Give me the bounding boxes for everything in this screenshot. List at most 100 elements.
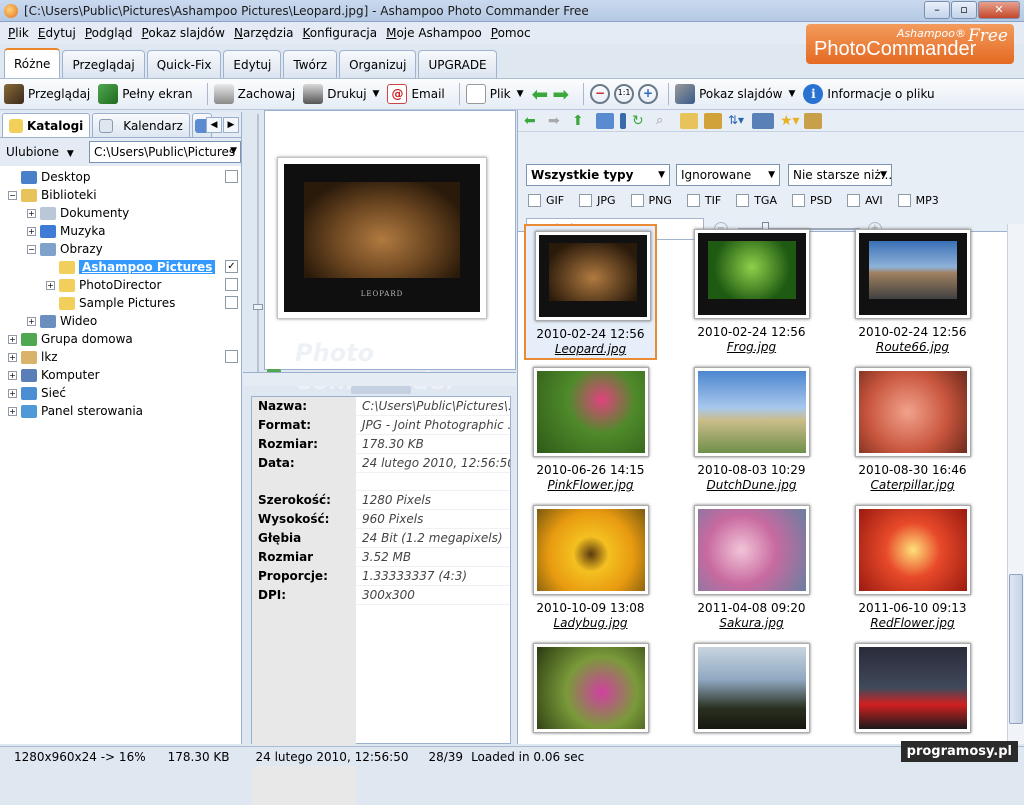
tab-scroll-right-icon[interactable]: ▶ (223, 117, 239, 133)
format-checkbox-png[interactable]: PNG (630, 194, 672, 207)
tree-item[interactable]: + Muzyka (0, 222, 241, 240)
menu-konfiguracja[interactable]: Konfiguracja (303, 26, 378, 40)
thumbnail-item[interactable] (685, 638, 818, 744)
back-arrow-icon[interactable]: ⬅ (532, 82, 549, 106)
tab-scroll-left-icon[interactable]: ◀ (206, 117, 222, 133)
chevron-down-icon[interactable]: ▼ (230, 146, 237, 156)
tree-item[interactable]: + Panel sterowania (0, 402, 241, 420)
menu-pomoc[interactable]: Pomoc (491, 26, 531, 40)
forward-icon[interactable]: ➡ (548, 113, 566, 129)
tree-item-checkbox[interactable] (225, 278, 238, 291)
tree-item[interactable]: − Biblioteki (0, 186, 241, 204)
tree-item[interactable]: + Komputer (0, 366, 241, 384)
tree-item-checkbox[interactable]: ✓ (225, 260, 238, 273)
copy-icon[interactable] (680, 112, 698, 129)
tree-item[interactable]: Desktop (0, 168, 241, 186)
thumbnail-filename[interactable]: Route66.jpg (846, 340, 979, 354)
preview-zoom-slider[interactable] (253, 114, 263, 374)
thumbnail-filename[interactable]: RedFlower.jpg (846, 616, 979, 630)
tree-expander-icon[interactable]: − (27, 244, 36, 254)
slideshow-dropdown-icon[interactable]: ▼ (788, 89, 795, 99)
tree-item-checkbox[interactable] (225, 170, 238, 183)
tree-expander-icon[interactable]: + (27, 226, 36, 236)
tree-item[interactable]: Sample Pictures (0, 294, 241, 312)
tree-expander-icon[interactable]: + (27, 208, 36, 218)
zoom-out-icon[interactable]: − (590, 84, 611, 104)
print-dropdown-icon[interactable]: ▼ (373, 89, 380, 99)
checkbox-box[interactable] (528, 194, 541, 207)
tab-przegladaj[interactable]: Przeglądaj (62, 50, 145, 78)
tab-edytuj[interactable]: Edytuj (223, 50, 282, 78)
tree-expander-icon[interactable]: + (8, 334, 17, 344)
format-checkbox-jpg[interactable]: JPG (579, 194, 616, 207)
tree-item-checkbox[interactable] (225, 350, 238, 363)
thumbnail-item[interactable]: 2011-04-08 09:20 Sakura.jpg (685, 500, 818, 636)
thumbnail-item[interactable]: 2010-08-30 16:46 Caterpillar.jpg (846, 362, 979, 498)
save-button[interactable]: Zachowaj (213, 84, 295, 104)
maximize-button[interactable]: ▫ (951, 1, 977, 19)
thumbnail-item[interactable]: 2010-10-09 13:08 Ladybug.jpg (524, 500, 657, 636)
forward-arrow-icon[interactable]: ➡ (552, 82, 569, 106)
tree-item[interactable]: − Obrazy (0, 240, 241, 258)
view-icon[interactable] (752, 112, 774, 129)
zoom-actual-icon[interactable]: 1:1 (614, 84, 635, 104)
file-button[interactable]: Plik ▼ (465, 84, 524, 104)
zoom-in-icon[interactable]: + (638, 84, 659, 104)
menu-narzedzia[interactable]: Narzędzia (234, 26, 294, 40)
checkbox-box[interactable] (579, 194, 593, 207)
image-preview[interactable]: LEOPARD Photo Commander (264, 110, 516, 395)
thumbnail-filename[interactable]: DutchDune.jpg (685, 478, 818, 492)
scrollbar-thumb[interactable] (1009, 574, 1023, 724)
close-button[interactable]: ✕ (978, 1, 1020, 19)
menu-pokaz-slajdow[interactable]: Pokaz slajdów (142, 26, 225, 40)
thumbnail-item[interactable] (524, 638, 657, 744)
tree-expander-icon[interactable]: − (8, 190, 17, 200)
tree-expander-icon[interactable]: + (8, 352, 17, 362)
thumbnail-filename[interactable]: Frog.jpg (685, 340, 818, 354)
tree-item[interactable]: + Sieć (0, 384, 241, 402)
print-button[interactable]: Drukuj ▼ (303, 84, 379, 104)
type-filter-select[interactable]: Wszystkie typy ▼ (526, 164, 670, 186)
back-icon[interactable]: ⬅ (524, 113, 542, 129)
checkbox-box[interactable] (897, 194, 911, 207)
file-dropdown-icon[interactable]: ▼ (517, 89, 524, 99)
menu-plik[interactable]: Plik (8, 26, 29, 40)
tree-item[interactable]: + Dokumenty (0, 204, 241, 222)
file-info-button[interactable]: i Informacje o pliku (803, 84, 935, 104)
thumbnail-filename[interactable]: Ladybug.jpg (524, 616, 657, 630)
thumbnail-item[interactable]: 2010-02-24 12:56 Route66.jpg (846, 224, 979, 360)
checkbox-box[interactable] (686, 194, 700, 207)
minimize-button[interactable]: – (924, 1, 950, 19)
thumbnail-filename[interactable]: Leopard.jpg (526, 342, 655, 356)
tree-expander-icon[interactable]: + (8, 406, 17, 416)
tab-quick-fix[interactable]: Quick-Fix (146, 50, 222, 78)
search-icon[interactable]: ⌕ (656, 113, 674, 129)
thumbnail-item[interactable]: 2010-02-24 12:56 Leopard.jpg (524, 224, 657, 360)
star-icon[interactable]: ★▾ (780, 113, 800, 129)
tree-item[interactable]: + Grupa domowa (0, 330, 241, 348)
format-checkbox-tif[interactable]: TIF (686, 194, 721, 207)
format-checkbox-gif[interactable]: GIF (528, 194, 564, 207)
thumbnail-item[interactable] (846, 638, 979, 744)
menu-moje-ashampoo[interactable]: Moje Ashampoo (386, 26, 482, 40)
tree-item[interactable]: + PhotoDirector (0, 276, 241, 294)
tab-katalogi[interactable]: Katalogi (2, 113, 91, 137)
tree-expander-icon[interactable]: + (46, 280, 55, 290)
menu-podglad[interactable]: Podgląd (85, 26, 133, 40)
path-combobox[interactable]: C:\Users\Public\Pictures ▼ (89, 141, 241, 163)
preview-scrollbar[interactable] (243, 372, 516, 386)
slideshow-button[interactable]: Pokaz slajdów ▼ (675, 84, 795, 104)
properties-icon[interactable] (620, 112, 626, 129)
tree-item-checkbox[interactable] (225, 296, 238, 309)
format-checkbox-mp3[interactable]: MP3 (897, 194, 939, 207)
menu-edytuj[interactable]: Edytuj (38, 26, 76, 40)
thumbnail-item[interactable]: 2011-06-10 09:13 RedFlower.jpg (846, 500, 979, 636)
tab-organizuj[interactable]: Organizuj (339, 50, 417, 78)
checkbox-box[interactable] (847, 194, 861, 207)
panel-splitter-handle[interactable] (351, 386, 411, 394)
email-button[interactable]: @ Email (387, 84, 445, 104)
thumbnail-item[interactable]: 2010-08-03 10:29 DutchDune.jpg (685, 362, 818, 498)
tag-icon[interactable] (804, 112, 822, 129)
favorites-dropdown[interactable]: Ulubione ▼ (6, 145, 74, 159)
tab-kalendarz[interactable]: Kalendarz (92, 113, 190, 137)
